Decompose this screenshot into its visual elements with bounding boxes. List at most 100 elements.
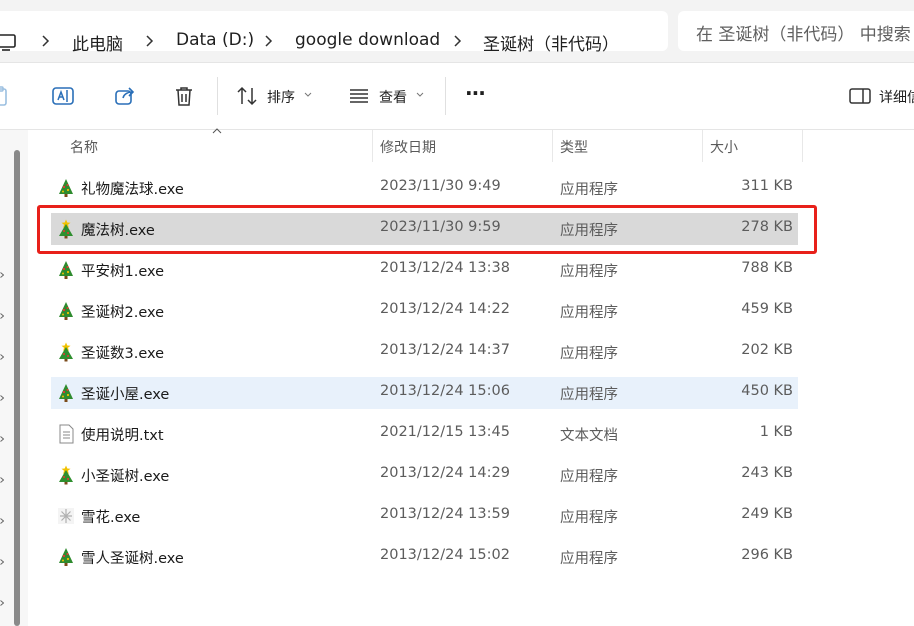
chevron-down-icon[interactable] — [416, 92, 424, 98]
file-type: 应用程序 — [560, 387, 618, 403]
star-tree-icon — [59, 465, 73, 485]
command-bar: 排序 查看 ··· 详细信息 — [0, 63, 914, 129]
chevron-right-icon[interactable] — [262, 32, 276, 50]
details-button[interactable]: 详细信息 — [879, 87, 914, 107]
file-name[interactable]: 小圣诞树.exe — [81, 465, 169, 486]
file-date: 2013/12/24 13:38 — [380, 260, 510, 276]
file-row[interactable]: 圣诞树2.exe 2013/12/24 14:22 应用程序 459 KB — [51, 295, 798, 327]
breadcrumb-drive-d[interactable]: Data (D:) — [176, 30, 254, 50]
file-date: 2021/12/15 13:45 — [380, 424, 510, 440]
file-size: 296 KB — [741, 547, 793, 563]
column-divider[interactable] — [702, 130, 703, 162]
file-date: 2013/12/24 14:22 — [380, 301, 510, 317]
expand-arrow-icon[interactable] — [0, 518, 4, 524]
christmas-tree-icon — [59, 548, 73, 566]
divider — [0, 129, 914, 130]
file-size: 243 KB — [741, 465, 793, 481]
christmas-tree-icon — [59, 179, 73, 197]
chevron-right-icon[interactable] — [451, 32, 465, 50]
sort-button[interactable]: 排序 — [267, 87, 295, 107]
expand-arrow-icon[interactable] — [0, 559, 4, 565]
expand-arrow-icon[interactable] — [0, 395, 4, 401]
expand-arrow-icon[interactable] — [0, 436, 4, 442]
breadcrumb-this-pc[interactable]: 此电脑 — [72, 30, 123, 55]
share-icon[interactable] — [113, 84, 137, 108]
file-size: 249 KB — [741, 506, 793, 522]
column-divider[interactable] — [552, 130, 553, 162]
file-name[interactable]: 圣诞数3.exe — [81, 342, 164, 363]
file-name[interactable]: 使用说明.txt — [81, 424, 164, 445]
address-bar-region: 此电脑 Data (D:) google download 圣诞树（非代码） 在… — [0, 0, 914, 62]
file-row[interactable]: 雪人圣诞树.exe 2013/12/24 15:02 应用程序 296 KB — [51, 541, 798, 573]
breadcrumb-google-download[interactable]: google download — [295, 30, 440, 50]
file-date: 2013/12/24 14:37 — [380, 342, 510, 358]
file-row[interactable]: 圣诞小屋.exe 2013/12/24 15:06 应用程序 450 KB — [51, 377, 798, 409]
expand-arrow-icon[interactable] — [0, 600, 4, 606]
file-type: 应用程序 — [560, 182, 618, 198]
file-size: 1 KB — [759, 424, 793, 440]
text-file-icon — [59, 424, 74, 444]
expand-arrow-icon[interactable] — [0, 354, 4, 360]
file-type: 应用程序 — [560, 510, 618, 526]
chevron-down-icon[interactable] — [304, 92, 312, 98]
sort-ascending-icon — [212, 128, 222, 134]
this-pc-icon[interactable] — [0, 32, 16, 52]
expand-arrow-icon[interactable] — [0, 477, 4, 483]
file-row[interactable]: 圣诞数3.exe 2013/12/24 14:37 应用程序 202 KB — [51, 336, 798, 368]
christmas-tree-icon — [59, 384, 73, 402]
file-row[interactable]: 礼物魔法球.exe 2023/11/30 9:49 应用程序 311 KB — [51, 172, 798, 204]
file-date: 2023/11/30 9:49 — [380, 178, 501, 194]
details-pane-icon[interactable] — [848, 84, 872, 108]
chevron-right-icon[interactable] — [143, 32, 157, 50]
toolbar-divider — [445, 77, 446, 115]
file-type: 应用程序 — [560, 264, 618, 280]
more-options-button[interactable]: ··· — [465, 81, 486, 105]
column-header-name[interactable]: 名称 — [70, 137, 98, 157]
address-bar[interactable]: 此电脑 Data (D:) google download 圣诞树（非代码） — [0, 11, 668, 55]
file-row[interactable]: 小圣诞树.exe 2013/12/24 14:29 应用程序 243 KB — [51, 459, 798, 491]
column-header-type[interactable]: 类型 — [560, 137, 588, 157]
file-date: 2013/12/24 15:02 — [380, 547, 510, 563]
file-type: 文本文档 — [560, 428, 618, 444]
view-button[interactable]: 查看 — [379, 87, 407, 107]
expand-arrow-icon[interactable] — [0, 272, 4, 278]
delete-icon[interactable] — [172, 84, 196, 108]
highlight-box — [37, 205, 817, 254]
file-size: 450 KB — [741, 383, 793, 399]
file-row[interactable]: 平安树1.exe 2013/12/24 13:38 应用程序 788 KB — [51, 254, 798, 286]
column-header-size[interactable]: 大小 — [710, 137, 738, 157]
file-date: 2013/12/24 13:59 — [380, 506, 510, 522]
scrollbar-thumb[interactable] — [14, 150, 20, 626]
file-date: 2013/12/24 15:06 — [380, 383, 510, 399]
snowflake-icon — [58, 508, 74, 524]
column-divider[interactable] — [802, 130, 803, 162]
chevron-right-icon[interactable] — [39, 32, 53, 50]
file-name[interactable]: 平安树1.exe — [81, 260, 164, 281]
file-name[interactable]: 雪人圣诞树.exe — [81, 547, 184, 568]
file-type: 应用程序 — [560, 346, 618, 362]
file-type: 应用程序 — [560, 469, 618, 485]
breadcrumb-current-folder[interactable]: 圣诞树（非代码） — [483, 30, 619, 55]
file-name[interactable]: 礼物魔法球.exe — [81, 178, 184, 199]
file-row[interactable]: 使用说明.txt 2021/12/15 13:45 文本文档 1 KB — [51, 418, 798, 450]
paste-icon[interactable] — [0, 84, 12, 108]
christmas-tree-icon — [59, 261, 73, 279]
view-icon[interactable] — [347, 84, 371, 108]
file-row[interactable]: 雪花.exe 2013/12/24 13:59 应用程序 249 KB — [51, 500, 798, 532]
file-size: 311 KB — [741, 178, 793, 194]
sort-icon[interactable] — [235, 84, 259, 108]
search-box[interactable]: 在 圣诞树（非代码） 中搜索 — [678, 11, 914, 51]
column-divider[interactable] — [372, 130, 373, 162]
expand-arrow-icon[interactable] — [0, 313, 4, 319]
file-date: 2013/12/24 14:29 — [380, 465, 510, 481]
file-name[interactable]: 圣诞小屋.exe — [81, 383, 169, 404]
file-type: 应用程序 — [560, 305, 618, 321]
column-header-date[interactable]: 修改日期 — [380, 137, 436, 157]
file-name[interactable]: 雪花.exe — [81, 506, 140, 527]
file-size: 202 KB — [741, 342, 793, 358]
search-placeholder: 在 圣诞树（非代码） 中搜索 — [696, 25, 911, 45]
rename-icon[interactable] — [51, 84, 75, 108]
toolbar-divider — [217, 77, 218, 115]
file-name[interactable]: 圣诞树2.exe — [81, 301, 164, 322]
file-size: 459 KB — [741, 301, 793, 317]
